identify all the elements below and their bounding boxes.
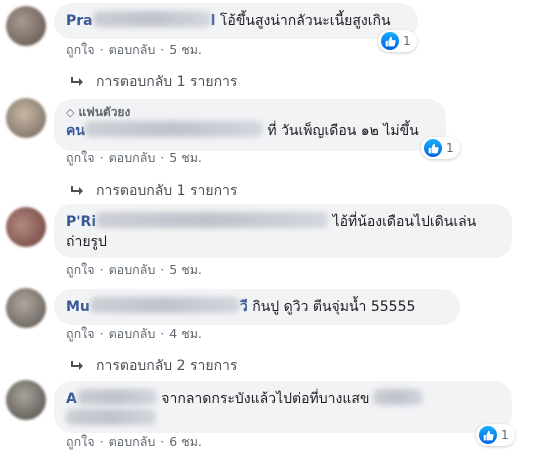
comment-text: ที่ วันเพ็ญเดือน ๑๒ ไม่ขึ้น	[267, 123, 419, 139]
blurred-name	[89, 297, 240, 313]
commenter-name[interactable]: คน	[66, 123, 85, 139]
reply-arrow-icon	[71, 361, 83, 370]
reaction-count[interactable]: 1	[378, 30, 417, 52]
avatar[interactable]	[6, 207, 46, 247]
like-icon	[479, 426, 497, 444]
comment-text-line2: ถ่ายรูป	[66, 234, 107, 250]
blurred-text	[66, 409, 156, 425]
comment-actions: ถูกใจ · ตอบกลับ · 6 ชม.	[66, 434, 202, 450]
reply-arrow-icon	[71, 186, 83, 195]
comment-actions: ถูกใจ · ตอบกลับ · 5 ชม.	[66, 42, 202, 58]
reply-link[interactable]: ตอบกลับ	[109, 326, 156, 342]
timestamp[interactable]: 5 ชม.	[169, 150, 202, 166]
avatar[interactable]	[6, 6, 46, 46]
replies-count: การตอบกลับ 2 รายการ	[96, 358, 238, 374]
like-link[interactable]: ถูกใจ	[66, 326, 95, 342]
reaction-number: 1	[446, 141, 454, 155]
commenter-name-suffix[interactable]: l	[211, 13, 216, 29]
like-link[interactable]: ถูกใจ	[66, 150, 95, 166]
like-link[interactable]: ถูกใจ	[66, 42, 95, 58]
blurred-name	[76, 389, 157, 405]
comment-bubble: Mu วี กินปู ดูวิว ตีนจุ่มน้ำ 55555	[54, 289, 460, 325]
comment-bubble: Pra l โอ้ขึ้นสูงน่ากลัวนะเนี้ยสูงเกิน	[54, 3, 418, 39]
comment-actions: ถูกใจ · ตอบกลับ · 5 ชม.	[66, 150, 202, 166]
commenter-name[interactable]: Mu	[66, 299, 90, 315]
blurred-name	[96, 212, 329, 228]
timestamp[interactable]: 6 ชม.	[169, 434, 202, 450]
badge-label: แฟนตัวยง	[78, 105, 131, 119]
reaction-number: 1	[403, 34, 411, 48]
like-icon	[424, 139, 442, 157]
commenter-name[interactable]: P'Ri	[66, 214, 96, 230]
blurred-text	[373, 389, 424, 405]
diamond-icon: ◇	[66, 106, 75, 119]
reply-link[interactable]: ตอบกลับ	[109, 434, 156, 450]
reply-link[interactable]: ตอบกลับ	[109, 42, 156, 58]
avatar[interactable]	[6, 288, 46, 328]
timestamp[interactable]: 5 ชม.	[169, 42, 202, 58]
reply-arrow-icon	[71, 77, 83, 86]
reply-link[interactable]: ตอบกลับ	[109, 262, 156, 278]
blurred-name	[84, 121, 263, 137]
commenter-name-suffix[interactable]: วี	[240, 299, 248, 315]
commenter-name[interactable]: Pra	[66, 13, 93, 29]
reaction-count[interactable]: 1	[476, 424, 515, 446]
reply-link[interactable]: ตอบกลับ	[109, 150, 156, 166]
reaction-number: 1	[501, 428, 509, 442]
avatar[interactable]	[6, 380, 46, 420]
comment-bubble: P'Ri ไอ้ที่น้องเดือนไปเดินเล่น ถ่ายรูป	[54, 204, 512, 258]
commenter-name[interactable]: A	[66, 391, 77, 407]
comment-bubble: ◇ แฟนตัวยง คน ที่ วันเพ็ญเดือน ๑๒ ไม่ขึ้น	[54, 99, 446, 151]
view-replies-link[interactable]: การตอบกลับ 1 รายการ	[70, 71, 237, 93]
comment-text: โอ้ขึ้นสูงน่ากลัวนะเนี้ยสูงเกิน	[219, 13, 391, 29]
timestamp[interactable]: 4 ชม.	[169, 326, 202, 342]
comment-text: กินปู ดูวิว ตีนจุ่มน้ำ 55555	[252, 299, 416, 315]
replies-count: การตอบกลับ 1 รายการ	[96, 183, 238, 199]
replies-count: การตอบกลับ 1 รายการ	[96, 74, 238, 90]
like-link[interactable]: ถูกใจ	[66, 434, 95, 450]
comment-actions: ถูกใจ · ตอบกลับ · 5 ชม.	[66, 262, 202, 278]
avatar[interactable]	[6, 98, 46, 138]
timestamp[interactable]: 5 ชม.	[169, 262, 202, 278]
view-replies-link[interactable]: การตอบกลับ 1 รายการ	[70, 180, 237, 202]
reaction-count[interactable]: 1	[421, 137, 460, 159]
like-link[interactable]: ถูกใจ	[66, 262, 95, 278]
comment-text: จากลาดกระบังแล้วไปต่อที่บางแสข	[161, 391, 370, 407]
comment-actions: ถูกใจ · ตอบกลับ · 4 ชม.	[66, 326, 202, 342]
comment-text-line1: ไอ้ที่น้องเดือนไปเดินเล่น	[332, 214, 477, 230]
like-icon	[381, 32, 399, 50]
top-fan-badge: ◇ แฟนตัวยง	[66, 104, 434, 121]
blurred-name	[92, 11, 211, 27]
view-replies-link[interactable]: การตอบกลับ 2 รายการ	[70, 355, 237, 377]
comment-bubble: A จากลาดกระบังแล้วไปต่อที่บางแสข	[54, 381, 512, 433]
